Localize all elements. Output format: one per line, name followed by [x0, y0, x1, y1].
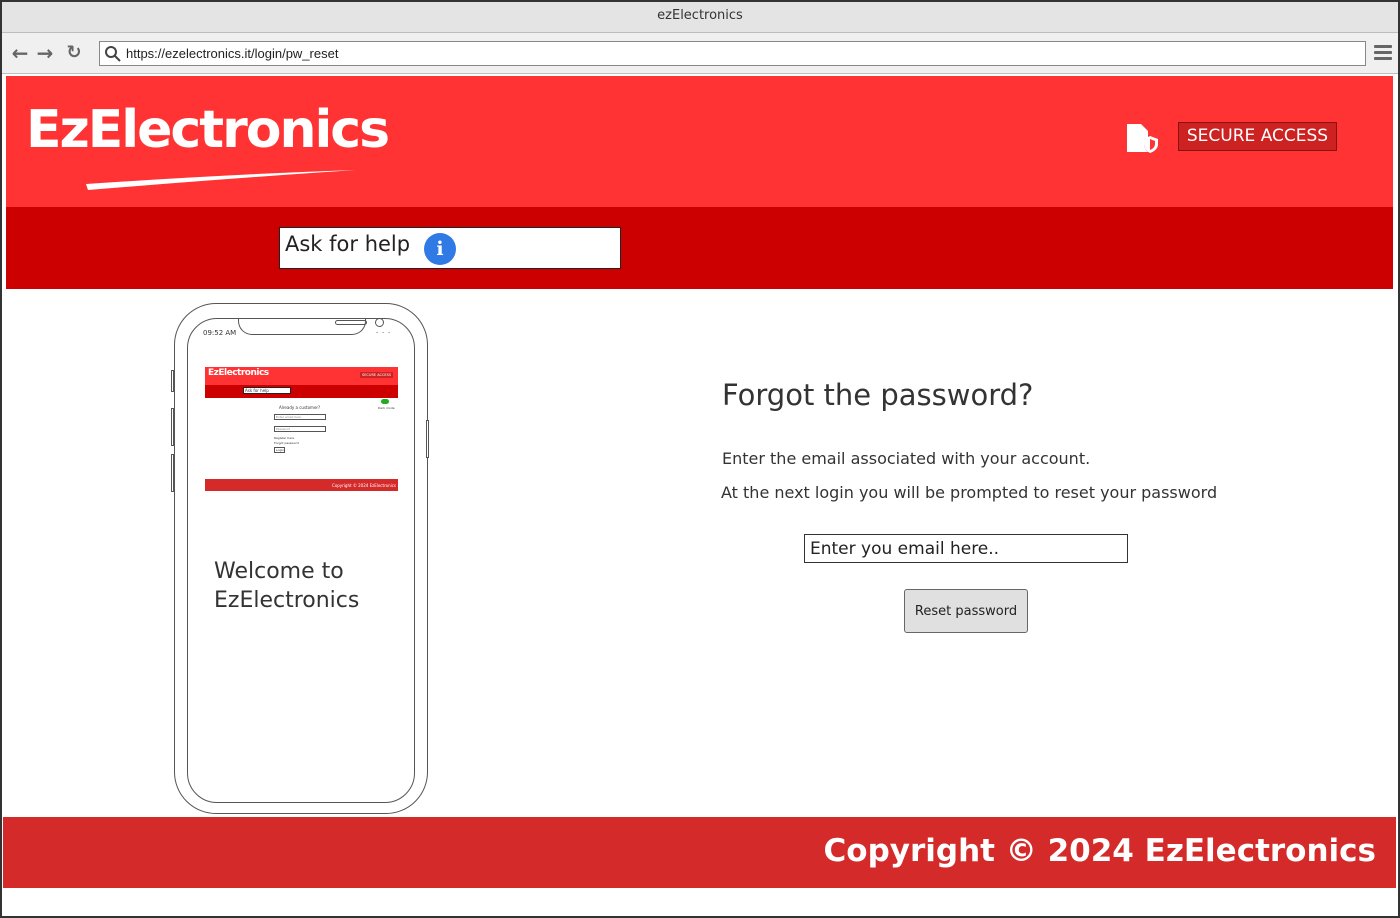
phone-notch	[238, 319, 384, 335]
phone-mockup: 09:52 AM - - - EzElectronics SECURE ACCE…	[171, 303, 429, 814]
window-title: ezElectronics	[2, 2, 1398, 33]
site-logo[interactable]: EzElectronics	[26, 100, 390, 190]
reset-instruction-1: Enter the email associated with your acc…	[722, 449, 1091, 468]
phone-camera	[375, 319, 384, 327]
phone-volume-up-button	[171, 408, 174, 446]
mini-footer: Copyright © 2024 EzElectronics	[205, 479, 398, 491]
phone-screen: 09:52 AM - - - EzElectronics SECURE ACCE…	[187, 318, 415, 803]
mini-password-field: Password	[274, 426, 326, 432]
mini-already-customer: Already a customer?	[279, 405, 321, 410]
hamburger-menu-icon[interactable]	[1374, 45, 1392, 61]
help-label: Ask for help	[285, 232, 411, 256]
logo-text: EzElectronics	[26, 100, 390, 160]
phone-volume-down-button	[171, 454, 174, 492]
email-input[interactable]	[804, 534, 1128, 563]
mini-footer-text: Copyright © 2024 EzElectronics	[332, 483, 396, 488]
back-arrow-icon[interactable]: ←	[10, 43, 30, 63]
info-icon: i	[424, 233, 456, 265]
phone-power-button	[426, 420, 429, 458]
mini-dark-mode-label: Dark mode	[378, 406, 395, 410]
browser-toolbar: ← → ↻ https://ezelectronics.it/login/pw_…	[2, 33, 1398, 74]
mini-email-field: Enter email here	[274, 414, 326, 420]
mini-dark-mode-toggle	[381, 399, 389, 404]
phone-side-button	[171, 370, 174, 392]
url-text: https://ezelectronics.it/login/pw_reset	[126, 46, 339, 61]
phone-welcome-text: Welcome to EzElectronics	[214, 559, 360, 613]
search-icon	[105, 46, 121, 62]
phone-time: 09:52 AM	[203, 329, 237, 337]
mini-login-preview: EzElectronics SECURE ACCESS Ask for help…	[205, 367, 398, 493]
mini-register: Register here	[274, 436, 295, 440]
mini-forgot: Forgot password	[274, 441, 299, 445]
reset-title: Forgot the password?	[722, 378, 1034, 412]
mini-header: EzElectronics SECURE ACCESS	[205, 367, 398, 385]
site-header: EzElectronics SECURE ACCESS	[6, 76, 1393, 207]
ask-for-help-button[interactable]: Ask for help i	[279, 227, 621, 269]
mini-nav: Ask for help	[205, 385, 398, 398]
phone-speaker	[335, 320, 367, 325]
forward-arrow-icon[interactable]: →	[35, 43, 55, 63]
phone-status-icons: - - -	[376, 329, 392, 336]
nav-bar: Ask for help i	[6, 207, 1393, 289]
mini-help: Ask for help	[243, 387, 291, 394]
secure-access-button[interactable]: SECURE ACCESS	[1178, 122, 1337, 151]
logo-swoosh	[86, 170, 356, 190]
reset-instruction-2: At the next login you will be prompted t…	[721, 483, 1218, 502]
secure-document-shield-icon	[1127, 124, 1158, 153]
reset-password-button[interactable]: Reset password	[904, 589, 1028, 633]
mini-logo: EzElectronics	[208, 368, 269, 378]
mini-secure-access: SECURE ACCESS	[360, 372, 394, 378]
address-bar[interactable]: https://ezelectronics.it/login/pw_reset	[99, 41, 1366, 66]
copyright-text: Copyright © 2024 EzElectronics	[823, 833, 1376, 869]
reload-icon[interactable]: ↻	[64, 43, 84, 63]
mini-login-button: Login	[274, 447, 285, 453]
site-footer: Copyright © 2024 EzElectronics	[3, 817, 1396, 888]
